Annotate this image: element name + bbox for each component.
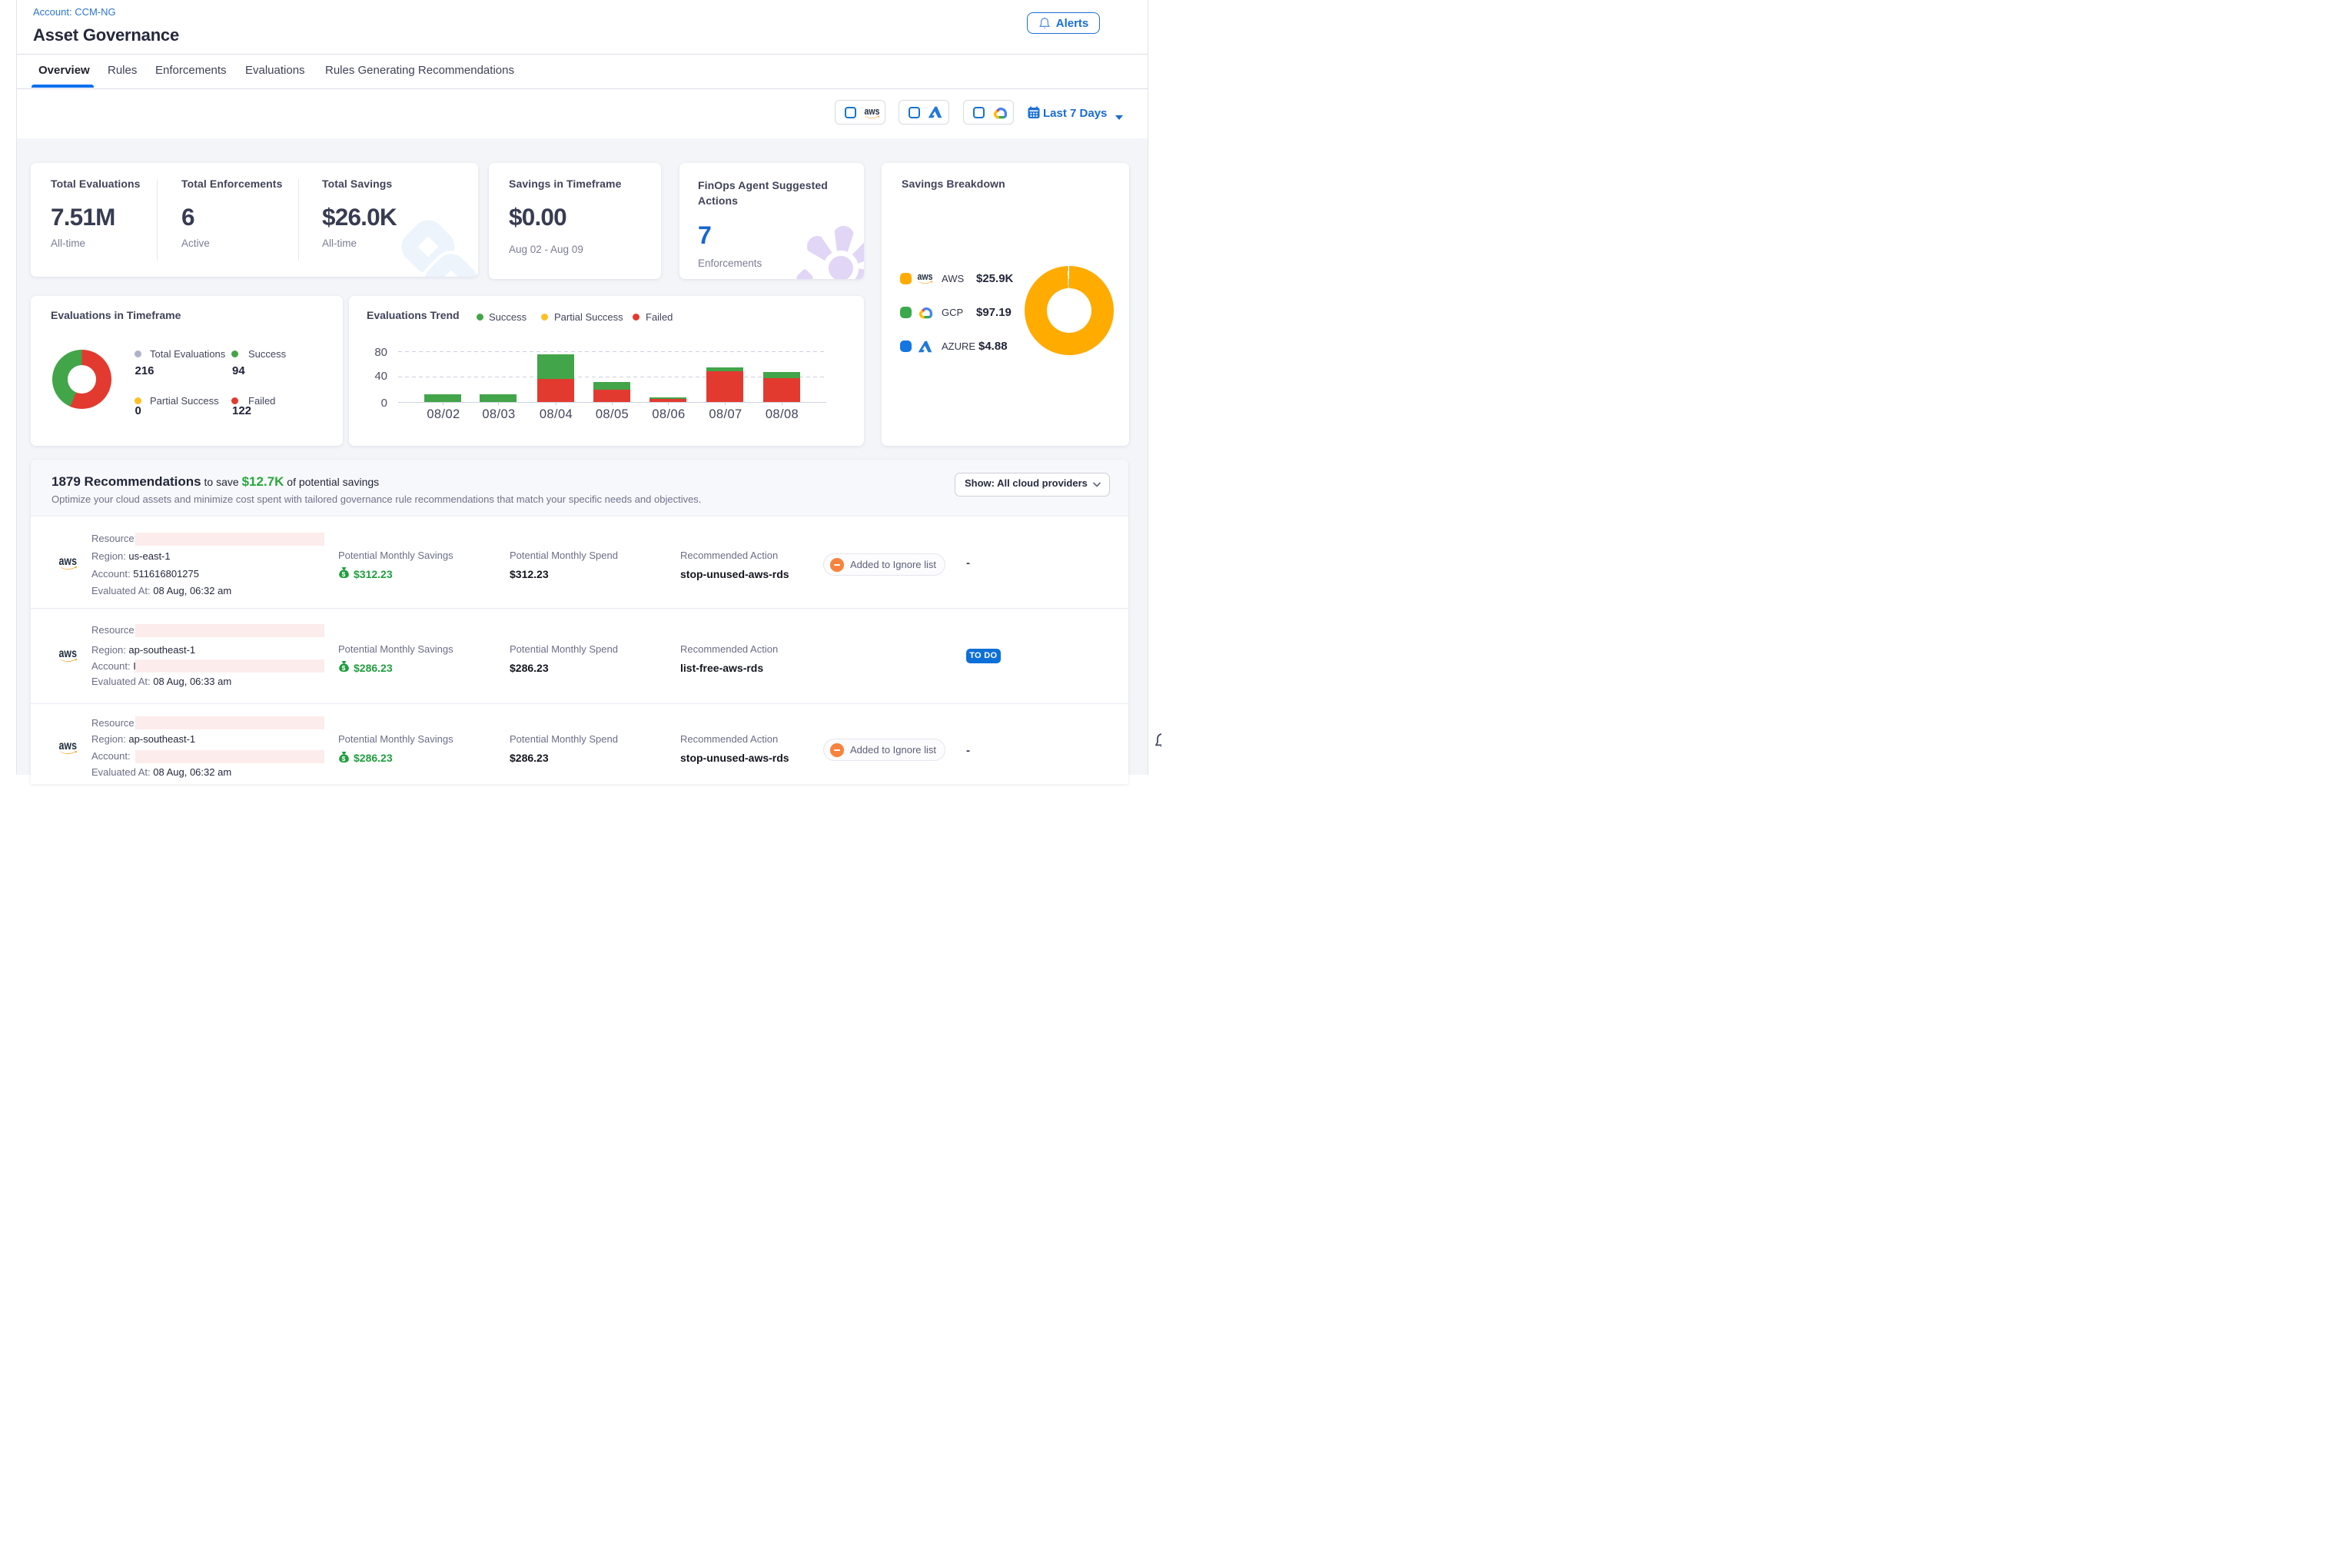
svg-text:$: $	[342, 664, 346, 672]
svg-text:aws: aws	[865, 106, 880, 117]
svg-text:aws: aws	[59, 739, 78, 752]
svg-text:aws: aws	[59, 647, 78, 660]
svg-text:$: $	[342, 570, 346, 578]
svg-text:aws: aws	[59, 555, 78, 568]
svg-text:$: $	[342, 755, 346, 762]
svg-text:aws: aws	[918, 271, 933, 282]
